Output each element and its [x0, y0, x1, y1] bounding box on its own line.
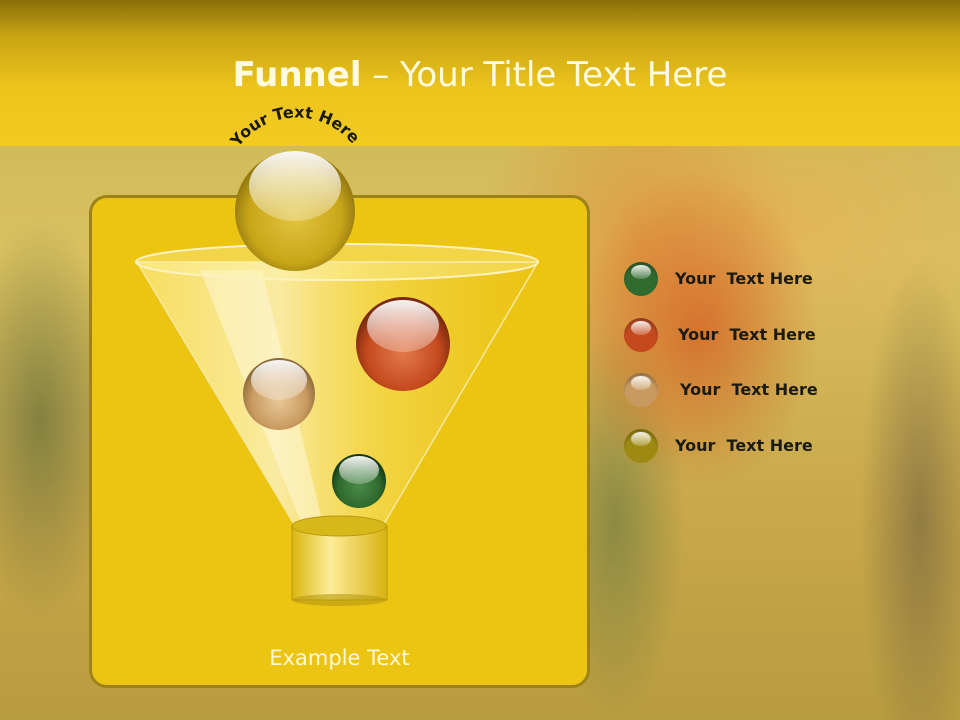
green-ball-shine	[339, 456, 379, 484]
legend-ball-shine	[631, 432, 651, 446]
tan-ball-shine	[251, 360, 307, 400]
legend-label: Your Text Here	[675, 269, 813, 288]
legend-label: Your Text Here	[680, 380, 818, 399]
orange-ball-shine	[367, 300, 439, 352]
arc-text: Your Text Here	[226, 102, 364, 150]
legend-label: Your Text Here	[675, 436, 813, 455]
green-ball-icon	[624, 262, 658, 296]
cylinder-top	[291, 515, 387, 537]
cylinder-bottom	[292, 594, 386, 606]
funnel-graphic: Your Text Here	[135, 102, 540, 606]
legend-ball-shine	[631, 321, 651, 335]
top-ball-shine	[249, 151, 341, 221]
funnel-cylinder	[291, 525, 388, 601]
orange-ball-icon	[624, 318, 658, 352]
tan-ball-icon	[624, 373, 658, 407]
gold-ball-icon	[624, 429, 658, 463]
legend-ball-shine	[631, 376, 651, 390]
legend-ball-shine	[631, 265, 651, 279]
legend-label: Your Text Here	[678, 325, 816, 344]
example-text: Example Text	[269, 646, 410, 670]
